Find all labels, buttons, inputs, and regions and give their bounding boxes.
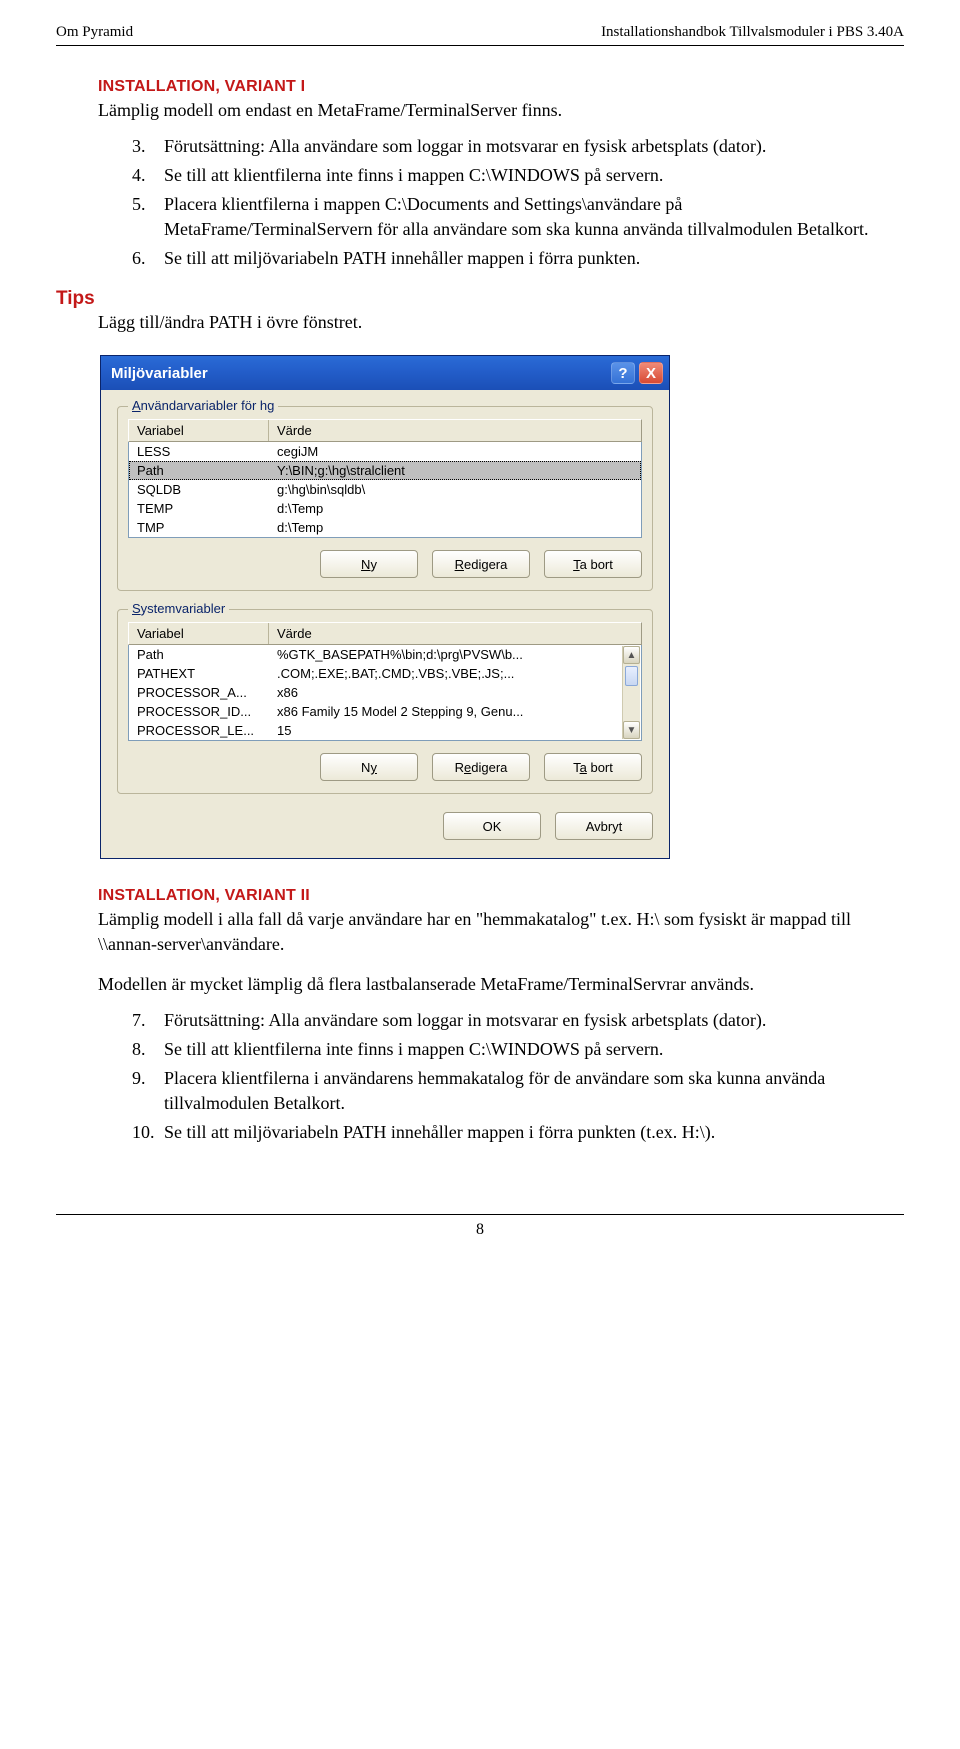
variant2-intro: Lämplig modell i alla fall då varje anvä… bbox=[98, 907, 894, 956]
new-button[interactable]: Ny bbox=[320, 753, 418, 781]
cell-val: 15 bbox=[269, 721, 623, 740]
variant2-heading: INSTALLATION, VARIANT II bbox=[98, 887, 894, 905]
list-number: 4. bbox=[132, 163, 146, 188]
variant2-list: 7. Förutsättning: Alla användare som logg… bbox=[98, 1008, 894, 1144]
list-number: 9. bbox=[132, 1066, 146, 1091]
list-number: 5. bbox=[132, 192, 146, 217]
user-vars-legend: AAnvändarvariabler för hgnvändarvariable… bbox=[128, 398, 278, 413]
cell-var: TEMP bbox=[129, 499, 269, 518]
scrollbar[interactable]: ▲ ▼ bbox=[622, 646, 640, 739]
list-text: Placera klientfilerna i användarens hemm… bbox=[164, 1068, 825, 1113]
cell-val: Y:\BIN;g:\hg\stralclient bbox=[269, 461, 641, 480]
list-item: 5. Placera klientfilerna i mappen C:\Docu… bbox=[132, 192, 894, 242]
cell-var: SQLDB bbox=[129, 480, 269, 499]
list-number: 6. bbox=[132, 246, 146, 271]
cell-var: PATHEXT bbox=[129, 664, 269, 683]
system-vars-group: Systemvariabler Variabel Värde Path%GTK_… bbox=[117, 609, 653, 794]
scroll-up-icon[interactable]: ▲ bbox=[623, 646, 640, 664]
cell-var: LESS bbox=[129, 442, 269, 461]
list-text: Förutsättning: Alla användare som loggar… bbox=[164, 136, 766, 156]
cell-val: cegiJM bbox=[269, 442, 641, 461]
user-vars-header[interactable]: Variabel Värde bbox=[128, 419, 642, 442]
system-vars-legend: Systemvariabler bbox=[128, 601, 229, 616]
delete-button[interactable]: Ta bort bbox=[544, 550, 642, 578]
table-row[interactable]: SQLDBg:\hg\bin\sqldb\ bbox=[129, 480, 641, 499]
delete-button[interactable]: Ta bort bbox=[544, 753, 642, 781]
tips-body: Lägg till/ändra PATH i övre fönstret. bbox=[98, 312, 894, 333]
table-row[interactable]: PROCESSOR_A...x86 bbox=[129, 683, 623, 702]
list-number: 10. bbox=[132, 1120, 155, 1145]
list-item: 8. Se till att klientfilerna inte finns i… bbox=[132, 1037, 894, 1062]
variant1-list: 3. Förutsättning: Alla användare som logg… bbox=[98, 134, 894, 270]
close-icon[interactable]: X bbox=[639, 362, 663, 384]
col-value[interactable]: Värde bbox=[269, 420, 641, 441]
user-vars-list[interactable]: LESScegiJM PathY:\BIN;g:\hg\stralclient … bbox=[128, 442, 642, 538]
cell-val: %GTK_BASEPATH%\bin;d:\prg\PVSW\b... bbox=[269, 645, 623, 664]
system-vars-list[interactable]: Path%GTK_BASEPATH%\bin;d:\prg\PVSW\b... … bbox=[128, 645, 642, 741]
table-row[interactable]: LESScegiJM bbox=[129, 442, 641, 461]
new-button[interactable]: Ny bbox=[320, 550, 418, 578]
edit-button[interactable]: Redigera bbox=[432, 753, 530, 781]
list-text: Förutsättning: Alla användare som loggar… bbox=[164, 1010, 766, 1030]
variant2-para2: Modellen är mycket lämplig då flera last… bbox=[98, 972, 894, 996]
list-item: 6. Se till att miljövariabeln PATH innehå… bbox=[132, 246, 894, 271]
header-left: Om Pyramid bbox=[56, 24, 133, 41]
cell-var: Path bbox=[129, 461, 269, 480]
cell-val: .COM;.EXE;.BAT;.CMD;.VBS;.VBE;.JS;... bbox=[269, 664, 623, 683]
list-text: Se till att klientfilerna inte finns i m… bbox=[164, 1039, 663, 1059]
scroll-thumb[interactable] bbox=[625, 666, 638, 686]
ok-button[interactable]: OK bbox=[443, 812, 541, 840]
list-item: 10. Se till att miljövariabeln PATH inneh… bbox=[132, 1120, 894, 1145]
table-row[interactable]: PROCESSOR_LE...15 bbox=[129, 721, 623, 740]
scroll-down-icon[interactable]: ▼ bbox=[623, 721, 640, 739]
edit-button[interactable]: Redigera bbox=[432, 550, 530, 578]
table-row[interactable]: TEMPd:\Temp bbox=[129, 499, 641, 518]
table-row[interactable]: Path%GTK_BASEPATH%\bin;d:\prg\PVSW\b... bbox=[129, 645, 623, 664]
cell-var: PROCESSOR_LE... bbox=[129, 721, 269, 740]
col-variable[interactable]: Variabel bbox=[129, 420, 269, 441]
cell-var: PROCESSOR_ID... bbox=[129, 702, 269, 721]
dialog-titlebar[interactable]: Miljövariabler ? X bbox=[101, 356, 669, 390]
list-item: 9. Placera klientfilerna i användarens he… bbox=[132, 1066, 894, 1116]
list-text: Se till att klientfilerna inte finns i m… bbox=[164, 165, 663, 185]
cell-val: x86 Family 15 Model 2 Stepping 9, Genu..… bbox=[269, 702, 623, 721]
list-number: 7. bbox=[132, 1008, 146, 1033]
table-row[interactable]: PathY:\BIN;g:\hg\stralclient bbox=[129, 461, 641, 480]
cell-val: d:\Temp bbox=[269, 518, 641, 537]
list-text: Placera klientfilerna i mappen C:\Docume… bbox=[164, 194, 869, 239]
list-item: 7. Förutsättning: Alla användare som logg… bbox=[132, 1008, 894, 1033]
variant1-heading: INSTALLATION, VARIANT I bbox=[98, 78, 894, 96]
cancel-button[interactable]: Avbryt bbox=[555, 812, 653, 840]
user-vars-group: AAnvändarvariabler för hgnvändarvariable… bbox=[117, 406, 653, 591]
cell-var: Path bbox=[129, 645, 269, 664]
list-item: 3. Förutsättning: Alla användare som logg… bbox=[132, 134, 894, 159]
table-row[interactable]: PATHEXT.COM;.EXE;.BAT;.CMD;.VBS;.VBE;.JS… bbox=[129, 664, 623, 683]
list-text: Se till att miljövariabeln PATH innehåll… bbox=[164, 1122, 715, 1142]
list-number: 3. bbox=[132, 134, 146, 159]
cell-val: x86 bbox=[269, 683, 623, 702]
cell-val: g:\hg\bin\sqldb\ bbox=[269, 480, 641, 499]
scroll-track[interactable] bbox=[623, 688, 640, 721]
col-value[interactable]: Värde bbox=[269, 623, 641, 644]
env-vars-dialog: Miljövariabler ? X AAnvändarvariabler fö… bbox=[100, 355, 670, 859]
variant1-intro: Lämplig modell om endast en MetaFrame/Te… bbox=[98, 98, 894, 122]
table-row[interactable]: TMPd:\Temp bbox=[129, 518, 641, 537]
col-variable[interactable]: Variabel bbox=[129, 623, 269, 644]
table-row[interactable]: PROCESSOR_ID...x86 Family 15 Model 2 Ste… bbox=[129, 702, 623, 721]
list-number: 8. bbox=[132, 1037, 146, 1062]
header-right: Installationshandbok Tillvalsmoduler i P… bbox=[601, 24, 904, 41]
dialog-title: Miljövariabler bbox=[111, 365, 208, 382]
tips-label: Tips bbox=[56, 288, 894, 310]
help-icon[interactable]: ? bbox=[611, 362, 635, 384]
system-vars-header[interactable]: Variabel Värde bbox=[128, 622, 642, 645]
cell-var: TMP bbox=[129, 518, 269, 537]
list-item: 4. Se till att klientfilerna inte finns i… bbox=[132, 163, 894, 188]
cell-val: d:\Temp bbox=[269, 499, 641, 518]
header-rule bbox=[56, 45, 904, 46]
page-number: 8 bbox=[56, 1221, 904, 1239]
list-text: Se till att miljövariabeln PATH innehåll… bbox=[164, 248, 640, 268]
footer-rule bbox=[56, 1214, 904, 1215]
cell-var: PROCESSOR_A... bbox=[129, 683, 269, 702]
